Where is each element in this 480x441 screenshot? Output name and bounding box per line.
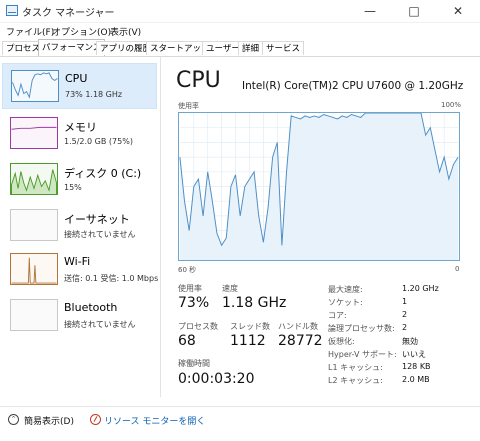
handles-label: ハンドル数	[278, 322, 318, 331]
processor-name: Intel(R) Core(TM)2 CPU U7600 @ 1.20GHz	[242, 80, 464, 92]
page-title: CPU	[176, 68, 221, 93]
usage-axis-label: 使用率	[178, 102, 199, 110]
spec-key: Hyper-V サポート:	[328, 350, 397, 359]
cpu-usage-chart	[178, 112, 460, 261]
sidebar-item-memory[interactable]: メモリ 1.5/2.0 GB (75%)	[2, 111, 157, 157]
handles-value: 28772	[278, 333, 323, 349]
sidebar-item-wifi[interactable]: Wi-Fi 送信: 0.1 受信: 1.0 Mbps	[2, 247, 159, 293]
speed-label: 速度	[222, 284, 238, 293]
spec-key: 論理プロセッサ数:	[328, 324, 395, 333]
spec-key: L1 キャッシュ:	[328, 363, 383, 372]
threads-label: スレッド数	[230, 322, 270, 331]
sidebar-item-detail: 1.5/2.0 GB (75%)	[64, 137, 133, 146]
spec-key: コア:	[328, 311, 347, 320]
sidebar-item-label: Bluetooth	[64, 301, 118, 314]
title-bar: タスク マネージャー — □ ✕	[0, 0, 480, 23]
task-manager-icon	[6, 5, 18, 16]
max-axis-label: 100%	[441, 101, 462, 109]
fewer-details-button[interactable]: 簡易表示(D)	[24, 414, 74, 427]
spec-value: 2	[402, 323, 408, 332]
time-axis-start-label: 60 秒	[178, 266, 197, 274]
processes-value: 68	[178, 333, 196, 349]
minimize-button[interactable]: —	[348, 0, 392, 22]
threads-value: 1112	[230, 333, 266, 349]
menu-file[interactable]: ファイル(F)	[6, 25, 54, 38]
sidebar-item-label: メモリ	[64, 121, 97, 134]
sidebar-item-ethernet[interactable]: イーサネット 接続されていません	[2, 203, 157, 249]
sidebar-item-bluetooth[interactable]: Bluetooth 接続されていません	[2, 293, 157, 339]
disk-thumbnail	[10, 163, 58, 195]
sidebar-item-label: ディスク 0 (C:)	[64, 167, 142, 180]
sidebar-item-detail: 送信: 0.1 受信: 1.0 Mbps	[64, 274, 159, 283]
time-axis-end-label: 0	[455, 265, 460, 273]
window-title: タスク マネージャー	[22, 8, 115, 19]
sidebar-item-cpu[interactable]: CPU 73% 1.18 GHz	[2, 63, 157, 109]
wifi-thumbnail	[10, 253, 58, 285]
spec-key: ソケット:	[328, 298, 363, 307]
processes-label: プロセス数	[178, 322, 218, 331]
speed-value: 1.18 GHz	[222, 295, 287, 311]
tab-services[interactable]: サービス	[262, 41, 305, 55]
bluetooth-thumbnail	[10, 299, 58, 331]
sidebar-item-detail: 接続されていません	[64, 230, 136, 239]
memory-thumbnail	[10, 117, 58, 149]
menu-view[interactable]: 表示(V)	[110, 25, 141, 38]
cpu-thumbnail	[11, 70, 59, 102]
spec-value: 無効	[402, 337, 418, 346]
spec-value: 1.20 GHz	[402, 284, 439, 293]
sidebar-item-label: CPU	[65, 72, 88, 85]
sidebar-item-detail: 接続されていません	[64, 320, 136, 329]
maximize-button[interactable]: □	[392, 0, 436, 22]
sidebar-item-disk[interactable]: ディスク 0 (C:) 15%	[2, 157, 157, 203]
chevron-up-icon[interactable]: ⌃	[8, 414, 19, 425]
usage-value: 73%	[178, 295, 210, 311]
sidebar-item-detail: 15%	[64, 183, 82, 192]
resource-monitor-icon	[90, 414, 101, 425]
spec-value: 1	[402, 297, 408, 306]
sidebar-item-label: イーサネット	[64, 213, 130, 226]
usage-label: 使用率	[178, 284, 202, 293]
uptime-label: 稼働時間	[178, 359, 210, 368]
spec-value: いいえ	[402, 350, 426, 359]
spec-value: 2.0 MB	[402, 375, 430, 384]
menu-options[interactable]: オプション(O)	[52, 25, 111, 38]
sidebar-item-label: Wi-Fi	[64, 255, 91, 268]
resource-sidebar: CPU 73% 1.18 GHz メモリ 1.5/2.0 GB (75%) ディ…	[0, 57, 161, 397]
spec-key: 仮想化:	[328, 337, 355, 346]
tab-bar: プロセス パフォーマンス アプリの履歴 スタートアップ ユーザー 詳細 サービス	[0, 39, 480, 57]
tab-details[interactable]: 詳細	[238, 41, 264, 55]
spec-value: 128 KB	[402, 362, 431, 371]
menu-bar: ファイル(F) オプション(O) 表示(V)	[0, 23, 480, 39]
spec-key: L2 キャッシュ:	[328, 376, 383, 385]
ethernet-thumbnail	[10, 209, 58, 241]
open-resource-monitor-link[interactable]: リソース モニターを開く	[104, 414, 205, 427]
uptime-value: 0:00:03:20	[178, 371, 255, 387]
close-button[interactable]: ✕	[436, 0, 480, 22]
sidebar-item-detail: 73% 1.18 GHz	[65, 90, 123, 99]
spec-value: 2	[402, 310, 408, 319]
spec-key: 最大速度:	[328, 285, 363, 294]
